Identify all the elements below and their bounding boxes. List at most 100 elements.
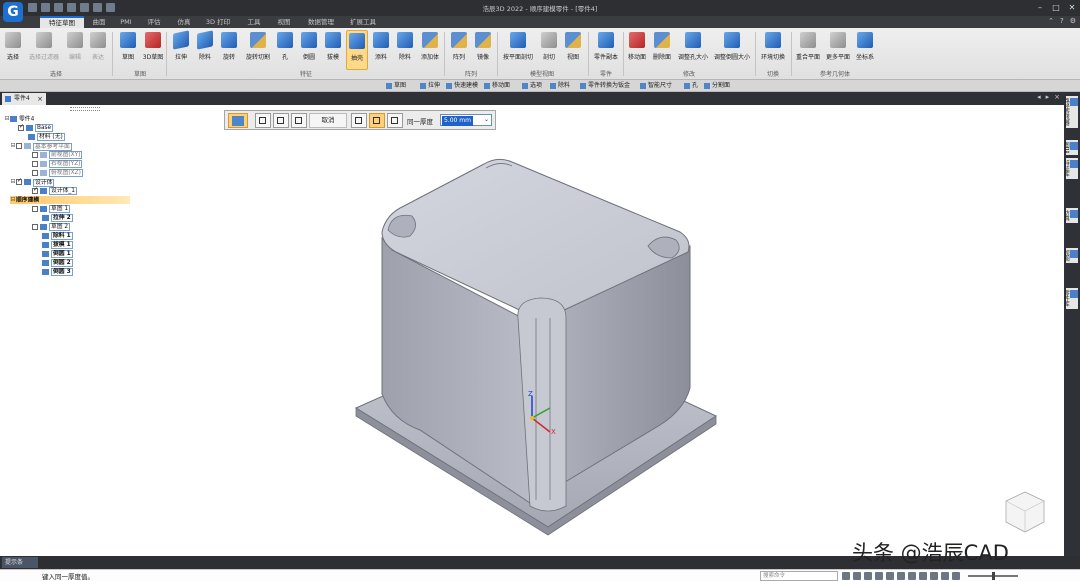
tab-simulation[interactable]: 仿真 xyxy=(172,16,196,28)
pan-icon[interactable] xyxy=(875,572,883,580)
settings-icon[interactable]: ⚙ xyxy=(1070,17,1076,25)
tab-tools[interactable]: 工具 xyxy=(242,16,266,28)
select-button[interactable]: 选择 xyxy=(2,30,24,70)
section-view-icon[interactable] xyxy=(930,572,938,580)
close-doc-icon[interactable]: × xyxy=(1054,93,1060,101)
visibility-checkbox[interactable] xyxy=(32,186,38,194)
mirror-button[interactable]: 镜像 xyxy=(472,30,494,70)
zoom-slider-handle[interactable] xyxy=(992,572,995,580)
cmd-quick-model[interactable]: 快速建模 xyxy=(446,81,478,91)
minimize-icon[interactable]: – xyxy=(1032,0,1048,15)
cmd-cut[interactable]: 除料 xyxy=(550,81,570,91)
cut-button[interactable]: 除料 xyxy=(194,30,216,70)
shell-symmetric-button[interactable] xyxy=(387,113,403,128)
thickness-input[interactable]: 5.00 mm ⌄ xyxy=(440,114,492,126)
close-tab-icon[interactable]: × xyxy=(37,93,43,105)
visibility-checkbox[interactable] xyxy=(32,223,38,230)
command-search-input[interactable]: 搜索命令 xyxy=(760,571,838,581)
document-tab[interactable]: 零件4 × xyxy=(2,93,46,105)
rotate-icon[interactable] xyxy=(886,572,894,580)
cmd-options[interactable]: 选项 xyxy=(522,81,542,91)
collapse-ribbon-icon[interactable]: ⌃ xyxy=(1048,17,1054,25)
tree-item-fillet-2[interactable]: 倒圆 2 xyxy=(42,259,73,267)
edit-button[interactable]: 编辑 xyxy=(64,30,86,70)
tab-evaluate[interactable]: 评估 xyxy=(142,16,166,28)
tab-data-management[interactable]: 数据管理 xyxy=(304,16,338,28)
measure-icon[interactable] xyxy=(952,572,960,580)
visibility-checkbox[interactable] xyxy=(32,160,38,167)
tree-item-sequential-modeling[interactable]: ⊟顺序建模 xyxy=(10,196,130,204)
draft-button[interactable]: 拔模 xyxy=(322,30,344,70)
scroll-right-icon[interactable]: ▸ xyxy=(1046,93,1050,101)
tree-item-ref-planes[interactable]: ⊟ 基本参考平面 xyxy=(10,142,72,151)
tab-pmi[interactable]: PMI xyxy=(116,16,136,28)
cmd-smart-dimension[interactable]: 智能尺寸 xyxy=(640,81,672,91)
visibility-checkbox[interactable] xyxy=(32,205,38,212)
sketch-3d-button[interactable]: 3D草图 xyxy=(142,30,164,70)
tree-item-front-plane[interactable]: 前视图(XY) xyxy=(32,151,83,159)
select-faces-button[interactable] xyxy=(255,113,271,128)
tree-item-fillet-3[interactable]: 倒圆 3 xyxy=(42,268,73,276)
cmd-sketch[interactable]: 草图 xyxy=(386,81,406,91)
tree-item-extrude-2[interactable]: 拉伸 2 xyxy=(42,214,73,222)
tab-layers[interactable]: 图层 xyxy=(1063,140,1078,155)
tab-view-panel[interactable]: 视图 xyxy=(1063,248,1078,263)
extrude-button[interactable]: 拉伸 xyxy=(170,30,192,70)
tree-item-cut-1[interactable]: 除料 1 xyxy=(42,232,73,240)
tab-path-finder[interactable]: 路径查找器 xyxy=(1063,96,1078,128)
tab-extension-tools[interactable]: 扩展工具 xyxy=(346,16,380,28)
resize-fillet-button[interactable]: 调整倒圆大小 xyxy=(712,30,752,70)
tree-item-right-plane[interactable]: 右视图(YZ) xyxy=(32,160,83,168)
cmd-to-sheetmetal[interactable]: 零件转换为钣金 xyxy=(580,81,630,91)
revolve-button[interactable]: 旋转 xyxy=(218,30,240,70)
visibility-checkbox[interactable] xyxy=(32,169,38,176)
tab-view[interactable]: 视图 xyxy=(272,16,296,28)
view-button[interactable]: 视图 xyxy=(562,30,584,70)
tree-item-design-body-1[interactable]: 设计体_1 xyxy=(32,186,77,195)
more-planes-button[interactable]: 更多平面 xyxy=(824,30,852,70)
panel-resize-handle[interactable] xyxy=(70,107,100,111)
shell-step-button[interactable] xyxy=(228,113,248,128)
zoom-icon[interactable] xyxy=(853,572,861,580)
hint-bar-toggle[interactable]: 提示条 xyxy=(2,557,38,568)
open-faces-button[interactable] xyxy=(291,113,307,128)
view-orient-icon[interactable] xyxy=(908,572,916,580)
resize-hole-button[interactable]: 调整孔大小 xyxy=(676,30,710,70)
zoom-area-icon[interactable] xyxy=(842,572,850,580)
array-button[interactable]: 阵列 xyxy=(448,30,470,70)
scroll-left-icon[interactable]: ◂ xyxy=(1037,93,1041,101)
tree-item-base[interactable]: Base xyxy=(18,123,54,132)
tree-item-top-plane[interactable]: 俯视图(XZ) xyxy=(32,169,83,177)
tab-feature-library[interactable]: 特征库 xyxy=(1063,158,1078,179)
visibility-checkbox[interactable] xyxy=(32,151,38,158)
tree-item-sketch-2[interactable]: 草图 2 xyxy=(32,223,71,231)
visibility-checkbox[interactable] xyxy=(16,177,22,185)
app-logo[interactable]: G xyxy=(3,2,23,22)
3d-viewport[interactable]: Z X xyxy=(180,105,1064,556)
select-filter-button[interactable]: 选择过滤器 xyxy=(25,30,63,70)
shell-button[interactable]: 抽壳 xyxy=(346,30,368,70)
tree-item-fillet-1[interactable]: 倒圆 1 xyxy=(42,250,73,258)
close-icon[interactable]: ✕ xyxy=(1064,0,1080,15)
cmd-hole[interactable]: 孔 xyxy=(684,81,698,91)
tree-item-material[interactable]: 材料 (无) xyxy=(28,133,65,141)
help-icon[interactable]: ? xyxy=(1060,17,1064,25)
fillet-button[interactable]: 倒圆 xyxy=(298,30,320,70)
visibility-checkbox[interactable] xyxy=(16,143,22,149)
tab-surface[interactable]: 曲面 xyxy=(86,16,112,28)
display-icon[interactable] xyxy=(919,572,927,580)
plane-section-button[interactable]: 按平面剖切 xyxy=(500,30,536,70)
tree-item-draft-1[interactable]: 拔模 1 xyxy=(42,241,73,249)
tree-item-sketch-1[interactable]: 草图 1 xyxy=(32,205,71,213)
coincident-plane-button[interactable]: 重合平面 xyxy=(794,30,822,70)
coord-system-button[interactable]: 坐标系 xyxy=(854,30,876,70)
hole-button[interactable]: 孔 xyxy=(276,30,294,70)
fit-icon[interactable] xyxy=(864,572,872,580)
tab-simulation-panel[interactable]: 仿真 xyxy=(1063,208,1078,223)
maximize-icon[interactable]: □ xyxy=(1048,0,1064,15)
delete-face-button[interactable]: 删除面 xyxy=(650,30,674,70)
visibility-checkbox[interactable] xyxy=(18,123,24,131)
add-body-button[interactable]: 添加体 xyxy=(418,30,442,70)
tab-feature-sketch[interactable]: 特征草图 xyxy=(40,16,84,28)
move-face-button[interactable]: 移动面 xyxy=(626,30,648,70)
